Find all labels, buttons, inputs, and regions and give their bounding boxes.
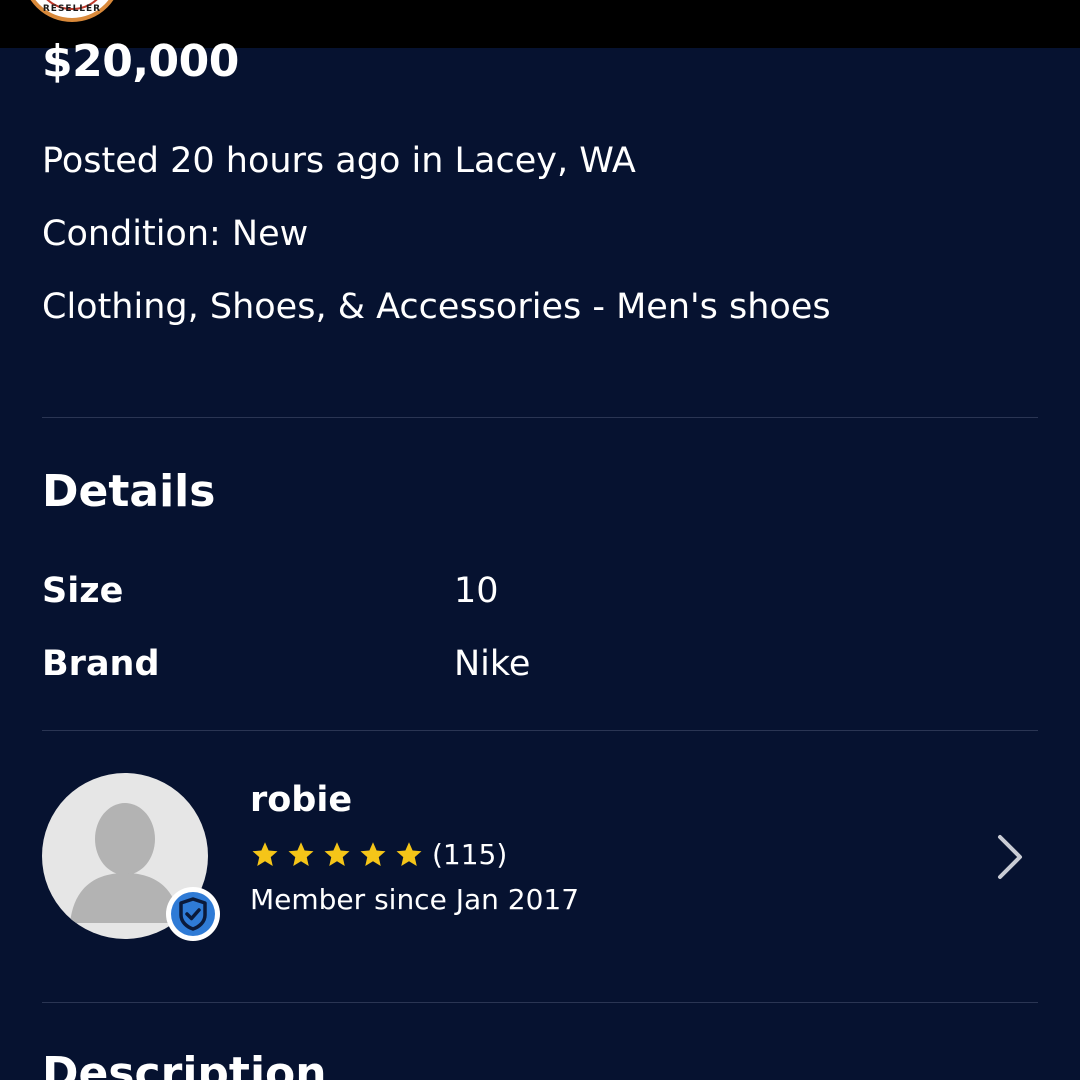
divider [42,1002,1038,1003]
reseller-badge-logo: RESELLER [22,0,122,22]
listing-price: $20,000 [42,36,239,87]
details-heading: Details [42,466,216,517]
star-icon [360,842,386,866]
chevron-right-icon[interactable] [990,831,1030,883]
size-value: 10 [454,571,499,611]
divider [42,417,1038,418]
listing-page: RESELLER $20,000 Posted 20 hours ago in … [0,0,1080,1080]
review-count: (115) [432,838,508,871]
size-label: Size [42,571,124,611]
seller-rating: (115) [250,835,507,875]
brand-label: Brand [42,644,160,684]
star-icon [396,842,422,866]
verified-check-icon [171,892,215,936]
star-icon [324,842,350,866]
seller-name[interactable]: robie [250,779,352,821]
brand-value: Nike [454,644,531,684]
condition-info: Condition: New [42,214,309,254]
seller-card[interactable]: robie (115) Member since Jan 2017 [0,731,1080,1001]
verified-badge [166,887,220,941]
badge-text: RESELLER [42,4,102,14]
category-info: Clothing, Shoes, & Accessories - Men's s… [42,287,831,327]
member-since: Member since Jan 2017 [250,883,580,916]
posted-info: Posted 20 hours ago in Lacey, WA [42,141,636,181]
description-heading: Description [42,1048,327,1080]
star-icon [288,842,314,866]
star-icon [252,842,278,866]
